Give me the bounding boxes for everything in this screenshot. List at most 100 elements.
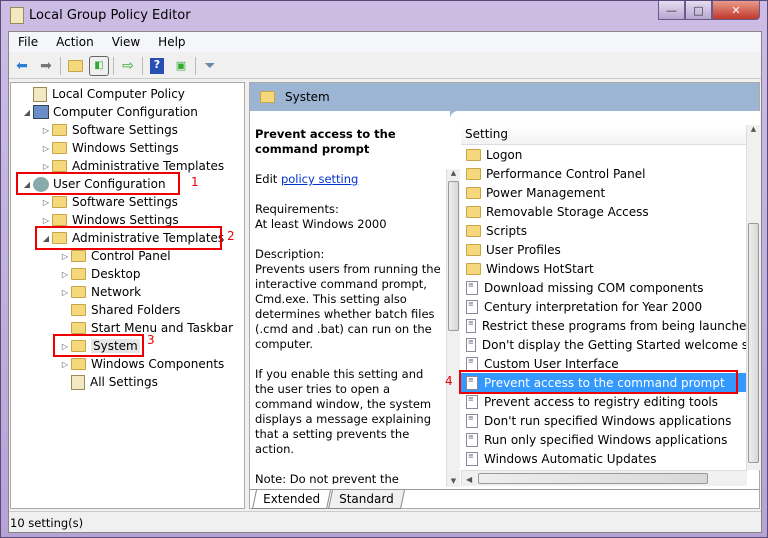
tree-node-label: Windows Components <box>91 357 225 371</box>
list-item[interactable]: ≡ Restrict these programs from being laun… <box>461 316 747 335</box>
tree-node[interactable]: ▷ Windows Settings <box>40 139 179 157</box>
expand-toggle-icon[interactable]: ▷ <box>59 360 71 369</box>
forward-icon[interactable]: ➡ <box>36 56 56 76</box>
menu-bar: File Action View Help <box>9 32 761 52</box>
expand-toggle-icon[interactable]: ▷ <box>40 126 52 135</box>
up-folder-icon[interactable] <box>65 56 85 76</box>
menu-file[interactable]: File <box>9 32 47 52</box>
tree-node[interactable]: ▷ Windows Settings <box>40 211 179 229</box>
list-item[interactable]: ≡ Century interpretation for Year 2000 <box>461 297 747 316</box>
expand-toggle-icon[interactable]: ▷ <box>59 288 71 297</box>
edit-policy-link[interactable]: policy setting <box>281 172 358 186</box>
tree-node[interactable]: ◢ User Configuration <box>21 175 166 193</box>
list-item[interactable]: ≡ Don't display the Getting Started welco… <box>461 335 747 354</box>
tree-node[interactable]: ▷ Desktop <box>59 265 141 283</box>
tree-node-label: System <box>91 339 140 353</box>
all-settings-icon <box>71 374 85 390</box>
column-header-setting[interactable]: Setting <box>461 125 747 145</box>
list-item[interactable]: ≡ Windows Automatic Updates <box>461 449 747 468</box>
list-item[interactable]: ≡ Download missing COM components <box>461 278 747 297</box>
list-item-label: Century interpretation for Year 2000 <box>484 299 703 314</box>
tab-standard[interactable]: Standard <box>327 490 405 509</box>
expand-toggle-icon[interactable]: ▷ <box>59 270 71 279</box>
list-vertical-scrollbar[interactable]: ▲ <box>746 125 760 470</box>
scrollbar-thumb[interactable] <box>448 181 459 331</box>
tree-node[interactable]: Local Computer Policy <box>21 85 185 103</box>
expand-toggle-icon[interactable]: ▷ <box>40 216 52 225</box>
tree-node[interactable]: ▷ System <box>59 337 140 355</box>
expand-toggle-icon[interactable]: ◢ <box>21 180 33 189</box>
filter-icon[interactable]: ⏷ <box>200 56 220 76</box>
description-scrollbar[interactable]: ▲ ▼ <box>446 169 460 487</box>
close-button[interactable]: ✕ <box>712 1 760 20</box>
tree-node-label: Local Computer Policy <box>52 87 185 101</box>
folder-icon <box>52 142 67 154</box>
console-tree: Local Computer Policy ◢ Computer Configura… <box>10 82 245 509</box>
expand-toggle-icon[interactable]: ◢ <box>21 108 33 117</box>
tree-node-label: Windows Settings <box>72 141 179 155</box>
description-text: Prevents users from running the interact… <box>255 262 441 351</box>
list-item[interactable]: Performance Control Panel <box>461 164 747 183</box>
tree-node[interactable]: All Settings <box>59 373 158 391</box>
expand-toggle-icon[interactable]: ▷ <box>40 144 52 153</box>
back-icon[interactable]: ⬅ <box>12 56 32 76</box>
list-scrollbar-thumb[interactable] <box>748 223 759 463</box>
settings-list: Setting Logon Performance Control Panel Po… <box>461 125 747 470</box>
list-item-label: Prevent access to the command prompt <box>484 375 725 390</box>
menu-action[interactable]: Action <box>47 32 103 52</box>
tree-node-label: Software Settings <box>72 123 178 137</box>
list-item[interactable]: Logon <box>461 145 747 164</box>
list-item-label: Restrict these programs from being launc… <box>481 318 747 333</box>
list-item[interactable]: Removable Storage Access <box>461 202 747 221</box>
expand-toggle-icon[interactable]: ▷ <box>40 198 52 207</box>
expand-toggle-icon[interactable]: ◢ <box>40 234 52 243</box>
folder-icon <box>71 322 86 334</box>
tree-node-label: User Configuration <box>53 177 166 191</box>
gpedit-app-icon <box>10 7 24 24</box>
menu-view[interactable]: View <box>103 32 149 52</box>
minimize-button[interactable]: — <box>658 1 685 20</box>
list-item[interactable]: User Profiles <box>461 240 747 259</box>
tree-node[interactable]: ▷ Administrative Templates <box>40 157 224 175</box>
folder-icon <box>466 167 481 180</box>
list-item-label: Don't run specified Windows applications <box>484 413 732 428</box>
list-item[interactable]: Power Management <box>461 183 747 202</box>
list-horizontal-scrollbar[interactable]: ◀ <box>461 470 747 486</box>
help-icon[interactable]: ? <box>147 56 167 76</box>
expand-toggle-icon[interactable]: ▷ <box>59 342 71 351</box>
expand-toggle-icon[interactable]: ▷ <box>40 162 52 171</box>
list-item[interactable]: ≡ Run only specified Windows applications <box>461 430 747 449</box>
folder-icon <box>52 232 67 244</box>
tree-node[interactable]: ◢ Administrative Templates <box>40 229 224 247</box>
tab-extended[interactable]: Extended <box>251 490 332 509</box>
tree-node[interactable]: ▷ Windows Components <box>59 355 224 373</box>
policy-setting-icon: ≡ <box>466 451 478 466</box>
maximize-button[interactable]: □ <box>685 1 712 20</box>
list-item[interactable]: ≡ Prevent access to registry editing tool… <box>461 392 747 411</box>
expand-toggle-icon[interactable]: ▷ <box>59 252 71 261</box>
list-item[interactable]: ≡ Custom User Interface <box>461 354 747 373</box>
tree-node[interactable]: ◢ Computer Configuration <box>21 103 198 121</box>
show-action-pane-icon[interactable]: ▣ <box>171 56 191 76</box>
tree-node[interactable]: ▷ Network <box>59 283 141 301</box>
list-item[interactable]: Windows HotStart <box>461 259 747 278</box>
annotation-label-3: 3 <box>147 333 155 347</box>
folder-icon <box>52 196 67 208</box>
tree-node-label: Computer Configuration <box>53 105 198 119</box>
tree-node[interactable]: ▷ Software Settings <box>40 121 178 139</box>
list-item[interactable]: Scripts <box>461 221 747 240</box>
show-hide-console-tree-icon[interactable]: ◧ <box>89 55 109 76</box>
menu-help[interactable]: Help <box>149 32 194 52</box>
extended-description: Prevent access to the command prompt Edi… <box>255 127 445 484</box>
tree-node[interactable]: ▷ Software Settings <box>40 193 178 211</box>
folder-icon <box>260 91 275 103</box>
tree-node[interactable]: ▷ Control Panel <box>59 247 171 265</box>
list-item[interactable]: ≡ Don't run specified Windows application… <box>461 411 747 430</box>
policy-setting-icon: ≡ <box>466 318 476 333</box>
list-item[interactable]: ≡ Prevent access to the command prompt <box>461 373 747 392</box>
tree-node-label: Control Panel <box>91 249 171 263</box>
export-list-icon[interactable]: ⇨ <box>118 56 138 76</box>
list-item-label: Scripts <box>486 223 528 238</box>
tree-node[interactable]: Shared Folders <box>59 301 180 319</box>
pane-header: System <box>250 83 759 111</box>
